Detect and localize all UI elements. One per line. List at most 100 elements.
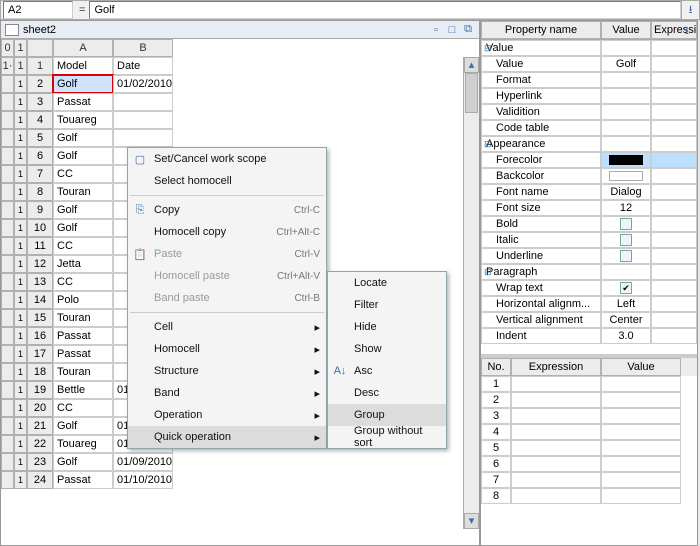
outline-cell[interactable]: 1 (14, 381, 27, 399)
expr-cell[interactable] (511, 408, 601, 424)
property-value[interactable] (601, 216, 651, 232)
outline-cell[interactable]: 1 (14, 255, 27, 273)
cell-b[interactable] (113, 129, 173, 147)
cell-a[interactable]: Golf (53, 201, 113, 219)
cell-b1[interactable]: Date (113, 57, 173, 75)
outline-cell[interactable] (1, 273, 14, 291)
menu-item[interactable]: Structure▸ (128, 360, 326, 382)
row-number[interactable]: 24 (27, 471, 53, 489)
row-number[interactable]: 18 (27, 363, 53, 381)
property-expr[interactable] (651, 296, 697, 312)
col-b-header[interactable]: B (113, 39, 173, 57)
outline-cell[interactable] (1, 93, 14, 111)
property-group[interactable]: ⊟Paragraph (481, 264, 697, 280)
property-row[interactable]: Bold (481, 216, 697, 232)
menu-item[interactable]: Band pasteCtrl-B (128, 287, 326, 309)
cell-a[interactable]: CC (53, 165, 113, 183)
menu-item[interactable]: Select homocell (128, 170, 326, 192)
property-expr[interactable] (651, 232, 697, 248)
expr-cell[interactable] (511, 392, 601, 408)
property-value[interactable] (601, 120, 651, 136)
checkbox[interactable] (620, 250, 632, 262)
property-value[interactable]: 12 (601, 200, 651, 216)
expression-row[interactable]: 4 (481, 424, 697, 440)
property-expr[interactable] (651, 168, 697, 184)
menu-item[interactable]: Band▸ (128, 382, 326, 404)
outline-cell[interactable]: 1 (14, 129, 27, 147)
scroll-thumb[interactable] (465, 73, 478, 113)
row-number[interactable]: 17 (27, 345, 53, 363)
outline-cell[interactable]: 1 (14, 93, 27, 111)
expr-value[interactable] (601, 376, 681, 392)
outline-cell[interactable] (1, 345, 14, 363)
level-side-2[interactable]: 1 (14, 57, 27, 75)
outline-cell[interactable]: 1 (14, 183, 27, 201)
checkbox[interactable] (620, 282, 632, 294)
outline-cell[interactable] (1, 255, 14, 273)
cell-reference-input[interactable] (3, 1, 73, 19)
row-number[interactable]: 20 (27, 399, 53, 417)
property-row[interactable]: Validition (481, 104, 697, 120)
menu-item[interactable]: Homocell▸ (128, 338, 326, 360)
property-value[interactable] (601, 104, 651, 120)
formula-dropdown-icon[interactable]: ⭳ (681, 1, 699, 20)
outline-cell[interactable] (1, 435, 14, 453)
property-expr[interactable] (651, 248, 697, 264)
row-number[interactable]: 19 (27, 381, 53, 399)
outline-cell[interactable] (1, 129, 14, 147)
outline-cell[interactable] (1, 291, 14, 309)
property-expr[interactable] (651, 280, 697, 296)
property-row[interactable]: Code table (481, 120, 697, 136)
menu-item[interactable]: Operation▸ (128, 404, 326, 426)
property-value[interactable] (601, 232, 651, 248)
outline-cell[interactable]: 1 (14, 201, 27, 219)
outline-cell[interactable] (1, 471, 14, 489)
property-row[interactable]: Backcolor (481, 168, 697, 184)
outline-cell[interactable] (1, 75, 14, 93)
cell-a[interactable]: Golf (53, 417, 113, 435)
maximize-icon[interactable]: □ (445, 23, 459, 37)
property-value[interactable] (601, 248, 651, 264)
cell-a[interactable]: Passat (53, 345, 113, 363)
property-row[interactable]: Horizontal alignm...Left (481, 296, 697, 312)
cell-a[interactable]: Touran (53, 309, 113, 327)
expression-row[interactable]: 5 (481, 440, 697, 456)
property-value[interactable] (601, 280, 651, 296)
level-1-button[interactable]: 1 (14, 39, 27, 57)
expression-row[interactable]: 7 (481, 472, 697, 488)
property-value[interactable] (601, 72, 651, 88)
outline-cell[interactable]: 1 (14, 291, 27, 309)
cell-a[interactable]: Touareg (53, 435, 113, 453)
outline-cell[interactable] (1, 219, 14, 237)
cell-b[interactable] (113, 93, 173, 111)
property-value[interactable]: Center (601, 312, 651, 328)
property-expr[interactable] (651, 120, 697, 136)
rownum-header[interactable] (27, 39, 53, 57)
property-row[interactable]: Italic (481, 232, 697, 248)
property-row[interactable]: ValueGolf (481, 56, 697, 72)
property-expr[interactable] (651, 264, 697, 280)
cell-a[interactable]: Golf (53, 75, 113, 93)
row-number[interactable]: 7 (27, 165, 53, 183)
cell-a[interactable]: Golf (53, 219, 113, 237)
outline-cell[interactable]: 1 (14, 237, 27, 255)
expr-value[interactable] (601, 392, 681, 408)
outline-cell[interactable] (1, 237, 14, 255)
row-number[interactable]: 10 (27, 219, 53, 237)
row-number[interactable]: 15 (27, 309, 53, 327)
scroll-up-icon[interactable]: ▴ (464, 57, 479, 73)
row-number[interactable]: 16 (27, 327, 53, 345)
row-number[interactable]: 5 (27, 129, 53, 147)
property-expr[interactable] (651, 152, 697, 168)
outline-cell[interactable]: 1 (14, 345, 27, 363)
outline-cell[interactable]: 1 (14, 219, 27, 237)
cell-a[interactable]: CC (53, 273, 113, 291)
scroll-down-icon[interactable]: ▾ (464, 513, 479, 529)
outline-cell[interactable] (1, 165, 14, 183)
menu-item[interactable]: Show (328, 338, 446, 360)
expr-value[interactable] (601, 488, 681, 504)
property-value[interactable]: 3.0 (601, 328, 651, 344)
cell-b[interactable]: 01/10/2010 (113, 471, 173, 489)
property-expr[interactable] (651, 88, 697, 104)
level-side-1[interactable]: 1· (1, 57, 14, 75)
